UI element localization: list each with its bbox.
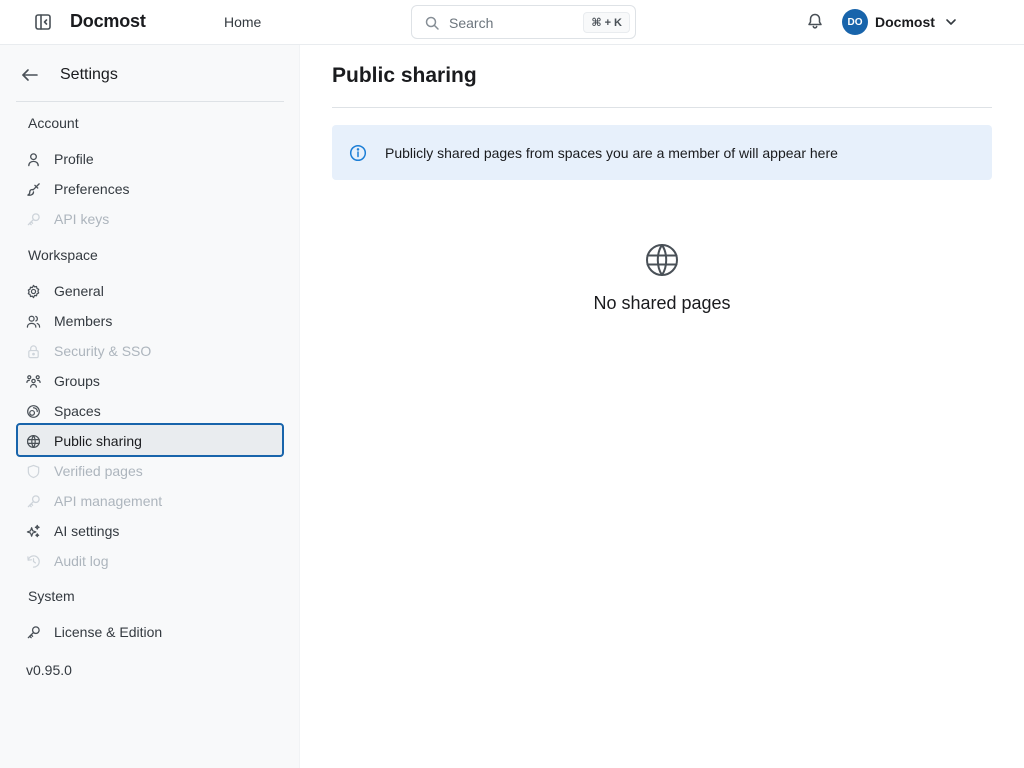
bell-icon[interactable] — [806, 12, 824, 30]
spaces-icon — [26, 404, 41, 419]
user-name: Docmost — [875, 14, 935, 30]
empty-state-title: No shared pages — [593, 293, 731, 313]
top-header: Docmost Home Search ⌘ + K DO Docmost — [0, 0, 1024, 45]
sidebar-item-label: General — [54, 283, 104, 299]
sidebar-item-audit-log[interactable]: Audit log — [16, 546, 284, 576]
info-alert-message: Publicly shared pages from spaces you ar… — [385, 145, 838, 161]
sidebar-item-api-management[interactable]: API management — [16, 486, 284, 516]
main-content: Public sharing Publicly shared pages fro… — [300, 45, 1024, 768]
page-title: Public sharing — [332, 64, 477, 87]
divider — [332, 107, 992, 108]
sidebar-item-public-sharing[interactable]: Public sharing — [16, 423, 284, 457]
sidebar-item-spaces[interactable]: Spaces — [16, 396, 284, 426]
section-label-workspace: Workspace — [28, 247, 98, 263]
sidebar-item-verified-pages[interactable]: Verified pages — [16, 456, 284, 486]
sidebar-item-label: Public sharing — [54, 433, 142, 449]
sidebar-toggle-icon[interactable] — [33, 12, 53, 32]
search-input[interactable]: Search ⌘ + K — [411, 5, 636, 39]
chevron-down-icon — [944, 15, 958, 29]
sidebar-item-api-keys[interactable]: API keys — [16, 204, 284, 234]
home-link[interactable]: Home — [224, 14, 261, 30]
globe-icon — [26, 434, 41, 449]
arrow-left-icon[interactable] — [20, 65, 40, 85]
sidebar-item-general[interactable]: General — [16, 276, 284, 306]
settings-sidebar: Settings Account Profile Preferences API… — [0, 45, 300, 768]
key-icon — [26, 494, 41, 509]
sidebar-item-label: Verified pages — [54, 463, 143, 479]
sidebar-item-label: AI settings — [54, 523, 120, 539]
shield-check-icon — [26, 464, 41, 479]
sidebar-item-label: Profile — [54, 151, 94, 167]
info-circle-icon — [349, 144, 367, 162]
avatar: DO — [842, 9, 868, 35]
user-icon — [26, 152, 41, 167]
app-logo[interactable]: Docmost — [70, 11, 146, 32]
brush-icon — [26, 182, 41, 197]
users-icon — [26, 314, 41, 329]
sidebar-header: Settings — [16, 45, 284, 102]
sidebar-item-label: Audit log — [54, 553, 109, 569]
section-label-system: System — [28, 588, 75, 604]
sidebar-item-label: License & Edition — [54, 624, 163, 640]
sidebar-item-label: Preferences — [54, 181, 130, 197]
sidebar-item-label: API management — [54, 493, 163, 509]
gear-icon — [26, 284, 41, 299]
search-shortcut-badge: ⌘ + K — [583, 12, 630, 33]
sidebar-item-ai-settings[interactable]: AI settings — [16, 516, 284, 546]
search-placeholder: Search — [449, 15, 494, 31]
sidebar-item-profile[interactable]: Profile — [16, 144, 284, 174]
sidebar-item-preferences[interactable]: Preferences — [16, 174, 284, 204]
globe-icon — [644, 242, 680, 278]
sidebar-item-license[interactable]: License & Edition — [16, 617, 284, 647]
lock-icon — [26, 344, 41, 359]
key-icon — [26, 212, 41, 227]
sidebar-item-label: API keys — [54, 211, 110, 227]
key-icon — [26, 625, 41, 640]
user-menu[interactable]: DO Docmost — [842, 9, 958, 35]
sidebar-item-security-sso[interactable]: Security & SSO — [16, 336, 284, 366]
sidebar-item-label: Security & SSO — [54, 343, 152, 359]
sidebar-item-members[interactable]: Members — [16, 306, 284, 336]
version-label: v0.95.0 — [26, 662, 72, 678]
sidebar-item-label: Members — [54, 313, 113, 329]
sparkles-icon — [26, 524, 41, 539]
sidebar-item-groups[interactable]: Groups — [16, 366, 284, 396]
search-icon — [424, 15, 440, 31]
sidebar-title: Settings — [60, 66, 118, 83]
history-icon — [26, 554, 41, 569]
users-group-icon — [26, 374, 41, 389]
section-label-account: Account — [28, 115, 79, 131]
sidebar-item-label: Spaces — [54, 403, 101, 419]
info-alert: Publicly shared pages from spaces you ar… — [332, 125, 992, 180]
sidebar-item-label: Groups — [54, 373, 100, 389]
